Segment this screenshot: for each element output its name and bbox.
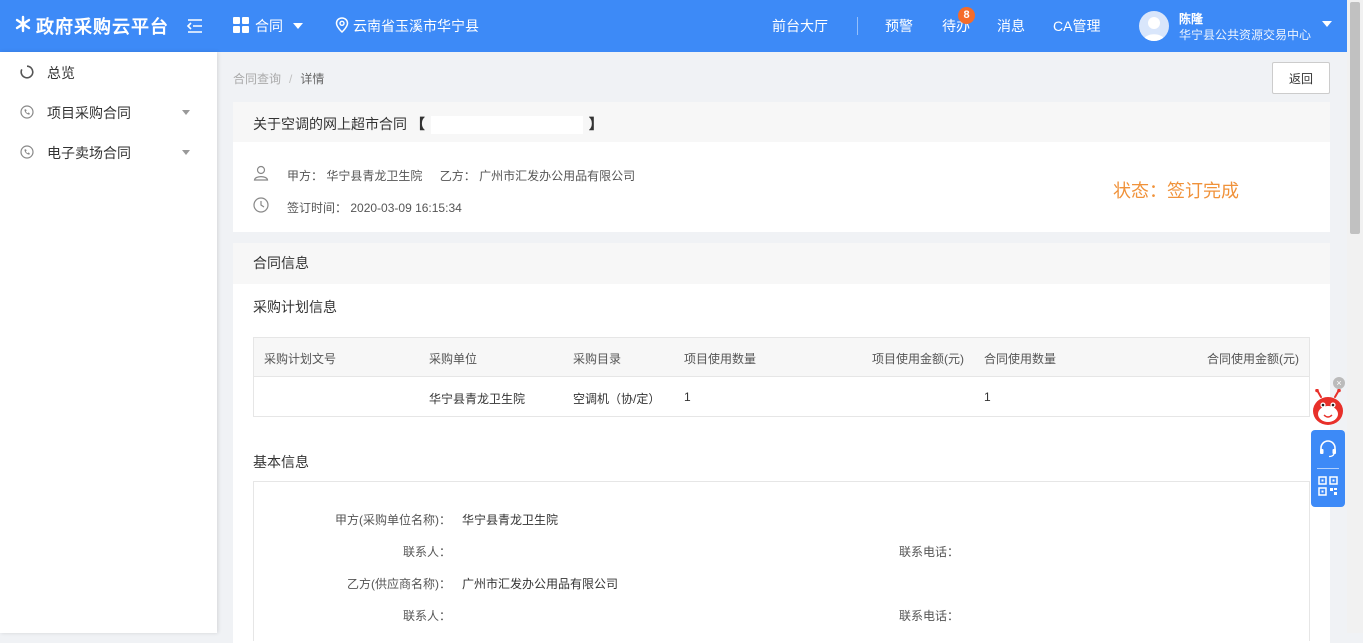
contract-info-title: 合同信息 — [233, 243, 1330, 284]
table-header-cell: 合同使用数量 — [984, 352, 1057, 366]
table-header-cell: 采购单位 — [429, 352, 478, 366]
phone-circle-icon — [20, 105, 34, 119]
sign-time-label: 签订时间： — [287, 201, 348, 215]
party-b-name-label: 乙方(供应商名称)： — [347, 577, 451, 591]
nav-hall-label: 前台大厅 — [772, 18, 828, 34]
nav-message[interactable]: 消息 — [997, 0, 1025, 52]
grid-icon — [233, 16, 249, 36]
plan-section-title: 采购计划信息 — [253, 299, 337, 315]
table-cell: 华宁县青龙卫生院 — [429, 392, 526, 406]
sidebar-item-project-contract[interactable]: 项目采购合同 — [0, 92, 217, 132]
table-header-cell: 项目使用数量 — [684, 352, 757, 366]
nav-ca[interactable]: CA管理 — [1053, 0, 1100, 52]
sidebar: 总览 项目采购合同 电子卖场合同 — [0, 52, 217, 633]
user-menu-chevron-icon[interactable] — [1322, 21, 1332, 27]
nav-todo[interactable]: 待办 8 — [942, 0, 975, 52]
clock-icon — [253, 197, 269, 213]
party-a-name-value: 华宁县青龙卫生院 — [462, 513, 559, 527]
page-scrollbar[interactable] — [1347, 0, 1363, 633]
loading-circle-icon — [20, 65, 34, 79]
avatar[interactable] — [1139, 11, 1169, 41]
sidebar-item-label: 电子卖场合同 — [47, 145, 131, 161]
top-header: 政府采购云平台 合同 云南省玉溪市华宁县 前台大厅 预警 待办 8 消息 CA管… — [0, 0, 1347, 52]
float-close-icon[interactable]: × — [1333, 377, 1345, 389]
logo-mark-icon — [14, 15, 32, 38]
table-cell: 1 — [684, 390, 691, 404]
location-pin-icon — [335, 16, 349, 36]
back-button[interactable]: 返回 — [1272, 62, 1330, 94]
region-selector[interactable]: 云南省玉溪市华宁县 — [335, 0, 479, 52]
nav-alert[interactable]: 预警 — [885, 0, 913, 52]
sidebar-item-overview[interactable]: 总览 — [0, 52, 217, 92]
chevron-down-icon — [182, 150, 190, 155]
nav-hall[interactable]: 前台大厅 — [772, 0, 828, 52]
nav-alert-label: 预警 — [885, 18, 913, 34]
qr-code-icon[interactable] — [1318, 476, 1338, 499]
party-a-name-label: 甲方(采购单位名称)： — [335, 513, 451, 527]
sign-time-value: 2020-03-09 16:15:34 — [350, 201, 462, 215]
sidebar-item-label: 总览 — [47, 65, 75, 81]
title-bracket-open: 【 — [410, 116, 425, 132]
breadcrumb-separator: / — [289, 72, 293, 86]
service-float-panel — [1311, 430, 1345, 507]
table-header-cell: 项目使用金额(元) — [872, 352, 964, 366]
table-cell: 空调机（协/定） — [573, 392, 661, 406]
contract-title: 关于空调的网上超市合同 【 】 — [233, 102, 1330, 142]
user-org: 华宁县公共资源交易中心 — [1179, 28, 1312, 42]
party-a-label: 甲方： — [287, 169, 324, 183]
collapse-menu-icon[interactable] — [185, 14, 205, 38]
sign-time: 签订时间： 2020-03-09 16:15:34 — [287, 199, 462, 216]
user-name[interactable]: 陈隆 — [1179, 10, 1203, 27]
plan-table: 采购计划文号 采购单位 采购目录 项目使用数量 项目使用金额(元) 合同使用数量… — [253, 337, 1310, 417]
party-a-contact-label: 联系人： — [402, 545, 451, 559]
breadcrumb: 合同查询 / 详情 — [233, 70, 324, 87]
logo-text: 政府采购云平台 — [36, 17, 169, 37]
party-a-phone-label: 联系电话： — [898, 545, 959, 559]
title-bracket-close: 】 — [588, 116, 603, 132]
todo-count-badge: 8 — [958, 7, 975, 24]
party-b-phone-label: 联系电话： — [898, 609, 959, 623]
party-b-label: 乙方： — [439, 169, 476, 183]
float-divider — [1317, 468, 1339, 469]
table-cell: 1 — [984, 390, 991, 404]
phone-circle-icon — [20, 145, 34, 159]
module-label: 合同 — [255, 18, 283, 34]
headset-icon[interactable] — [1318, 438, 1338, 461]
basic-section-title: 基本信息 — [253, 454, 309, 470]
status-badge: 状态：签订完成 — [1113, 181, 1239, 201]
region-label: 云南省玉溪市华宁县 — [353, 18, 479, 34]
party-b-value: 广州市汇发办公用品有限公司 — [479, 169, 636, 183]
party-b-contact-label: 联系人： — [402, 609, 451, 623]
table-header-cell: 采购目录 — [573, 352, 622, 366]
nav-divider — [857, 17, 858, 35]
contract-parties: 甲方： 华宁县青龙卫生院 乙方： 广州市汇发办公用品有限公司 — [287, 167, 635, 184]
table-header-cell: 采购计划文号 — [264, 352, 337, 366]
chevron-down-icon — [293, 23, 303, 29]
nav-ca-label: CA管理 — [1053, 18, 1101, 34]
mascot-icon[interactable] — [1311, 388, 1345, 431]
logo[interactable]: 政府采购云平台 — [14, 13, 169, 39]
chevron-down-icon — [182, 110, 190, 115]
table-header: 采购计划文号 采购单位 采购目录 项目使用数量 项目使用金额(元) 合同使用数量… — [254, 338, 1309, 377]
nav-message-label: 消息 — [997, 18, 1025, 34]
redacted-contract-number — [430, 116, 583, 135]
scrollbar-thumb[interactable] — [1350, 2, 1360, 234]
sidebar-item-label: 项目采购合同 — [47, 105, 131, 121]
table-header-cell: 合同使用金额(元) — [1207, 352, 1299, 366]
module-switcher[interactable]: 合同 — [233, 0, 303, 52]
contract-title-text: 关于空调的网上超市合同 — [253, 116, 407, 132]
party-a-value: 华宁县青龙卫生院 — [326, 169, 423, 183]
breadcrumb-current: 详情 — [300, 72, 325, 86]
breadcrumb-parent[interactable]: 合同查询 — [233, 72, 281, 86]
sidebar-item-mall-contract[interactable]: 电子卖场合同 — [0, 132, 217, 172]
user-icon — [253, 165, 269, 181]
party-b-name-value: 广州市汇发办公用品有限公司 — [462, 577, 619, 591]
